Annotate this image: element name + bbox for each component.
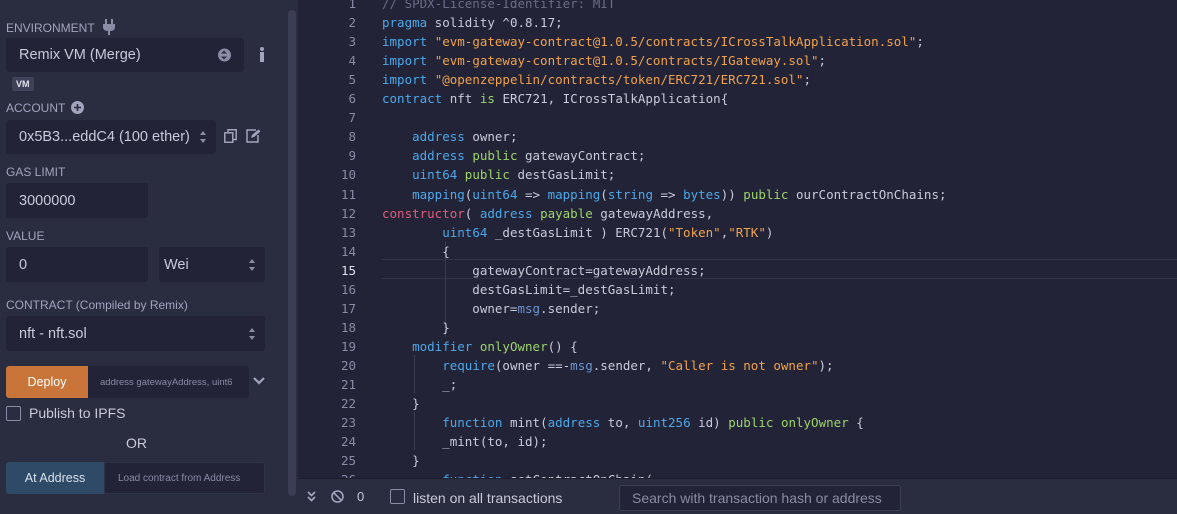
- code-line[interactable]: address public gatewayContract;: [382, 148, 645, 163]
- code-editor[interactable]: 1 // SPDX-License-Identifier: MIT 2 pragma …: [298, 0, 1177, 478]
- code-line[interactable]: pragma solidity ^0.8.17;: [382, 15, 563, 30]
- environment-value: Remix VM (Merge): [19, 47, 141, 63]
- listen-all-label: listen on all transactions: [413, 490, 563, 506]
- code-line[interactable]: uint64 public destGasLimit;: [382, 167, 615, 182]
- code-line[interactable]: constructor( address payable gatewayAddr…: [382, 206, 713, 221]
- line-number: 7: [348, 110, 356, 126]
- contract-label: CONTRACT (Compiled by Remix): [6, 298, 188, 312]
- code-line[interactable]: destGasLimit=_destGasLimit;: [382, 282, 675, 297]
- line-number: 19: [340, 338, 356, 354]
- account-select[interactable]: 0x5B3...eddC4 (100 ether): [6, 120, 216, 154]
- environment-select[interactable]: Remix VM (Merge): [6, 38, 244, 72]
- line-number: 11: [340, 186, 356, 202]
- line-number: 12: [340, 205, 356, 221]
- deploy-button[interactable]: Deploy: [6, 366, 88, 398]
- line-number: 9: [348, 148, 356, 164]
- line-number: 16: [340, 281, 356, 297]
- info-icon[interactable]: [259, 47, 265, 62]
- line-number: 21: [340, 377, 356, 392]
- code-line[interactable]: function mint(address to, uint256 id) pu…: [382, 415, 864, 430]
- publish-ipfs-label: Publish to IPFS: [29, 405, 126, 421]
- or-label: OR: [126, 435, 147, 451]
- gas-limit-value: 3000000: [19, 192, 76, 209]
- line-number: 1: [348, 0, 356, 11]
- at-address-button[interactable]: At Address: [6, 462, 104, 494]
- select-arrows-icon: [200, 131, 207, 143]
- line-number: 14: [340, 243, 356, 259]
- listen-all-checkbox[interactable]: [390, 489, 405, 504]
- terminal-bar: 0 listen on all transactions Search with…: [298, 478, 1177, 514]
- deploy-args-input[interactable]: address gatewayAddress, uint6: [88, 366, 249, 398]
- gas-limit-label: GAS LIMIT: [6, 165, 66, 179]
- value-input[interactable]: 0: [6, 247, 148, 282]
- code-line[interactable]: address owner;: [382, 129, 517, 144]
- code-line[interactable]: contract nft is ERC721, ICrossTalkApplic…: [382, 91, 728, 106]
- gas-limit-input[interactable]: 3000000: [6, 183, 148, 218]
- contract-select[interactable]: nft - nft.sol: [6, 316, 265, 351]
- line-number: 17: [340, 300, 356, 316]
- panel-scrollbar[interactable]: [288, 10, 296, 496]
- code-line[interactable]: require(owner ==-msg.sender, "Caller is …: [382, 358, 833, 373]
- environment-label: ENVIRONMENT: [6, 19, 116, 35]
- contract-value: nft - nft.sol: [19, 325, 87, 342]
- transaction-search-input[interactable]: Search with transaction hash or address: [619, 485, 901, 511]
- line-number: 10: [340, 167, 356, 183]
- line-number: 23: [340, 415, 356, 431]
- line-number: 2: [348, 15, 356, 31]
- code-line[interactable]: modifier onlyOwner() {: [382, 339, 578, 354]
- account-value: 0x5B3...eddC4 (100 ether): [19, 129, 190, 145]
- account-label: ACCOUNT: [6, 101, 85, 115]
- value-amount: 0: [19, 256, 28, 273]
- code-line[interactable]: }: [382, 453, 420, 468]
- line-number: 3: [348, 34, 356, 50]
- code-line[interactable]: uint64 _destGasLimit ) ERC721("Token","R…: [382, 225, 773, 240]
- line-number: 25: [340, 453, 356, 469]
- collapse-terminal-icon[interactable]: [307, 491, 316, 502]
- plug-icon: [102, 19, 115, 35]
- chevron-down-icon[interactable]: [253, 377, 265, 385]
- code-line[interactable]: gatewayContract=gatewayAddress;: [382, 263, 705, 278]
- line-number: 24: [340, 434, 356, 450]
- code-line[interactable]: }: [382, 320, 450, 335]
- code-line[interactable]: // SPDX-License-Identifier: MIT: [382, 0, 615, 11]
- edit-icon[interactable]: [246, 129, 261, 143]
- code-line[interactable]: _mint(to, id);: [382, 434, 547, 449]
- value-unit-select[interactable]: Wei: [159, 247, 265, 282]
- code-line[interactable]: import "evm-gateway-contract@1.0.5/contr…: [382, 34, 924, 49]
- select-arrows-icon: [249, 258, 256, 271]
- add-account-icon[interactable]: [71, 101, 85, 114]
- code-line[interactable]: mapping(uint64 => mapping(string => byte…: [382, 187, 946, 202]
- value-unit: Wei: [164, 256, 189, 273]
- line-number: 18: [340, 319, 356, 335]
- copy-icon[interactable]: [224, 129, 237, 143]
- line-number: 20: [340, 357, 356, 373]
- line-number: 6: [348, 91, 356, 107]
- line-number: 15: [340, 262, 356, 278]
- code-line[interactable]: _;: [382, 377, 457, 392]
- code-line[interactable]: owner=msg.sender;: [382, 301, 600, 316]
- line-number: 5: [348, 72, 356, 88]
- line-number: 8: [348, 129, 356, 145]
- line-number: 22: [340, 396, 356, 412]
- clear-console-icon[interactable]: [331, 490, 344, 503]
- code-line[interactable]: import "@openzeppelin/contracts/token/ER…: [382, 72, 811, 87]
- publish-ipfs-checkbox[interactable]: [6, 406, 21, 421]
- value-label: VALUE: [6, 229, 45, 243]
- deploy-run-panel: ENVIRONMENT Remix VM (Merge) VM ACCOUNT …: [0, 0, 298, 514]
- code-line[interactable]: import "evm-gateway-contract@1.0.5/contr…: [382, 53, 826, 68]
- contract-sub-label: (Compiled by Remix): [75, 298, 188, 312]
- select-arrows-icon: [218, 48, 231, 62]
- line-number: 4: [348, 53, 356, 69]
- vm-badge: VM: [12, 77, 34, 91]
- load-contract-input[interactable]: Load contract from Address: [104, 462, 265, 494]
- line-number: 13: [340, 224, 356, 240]
- code-line[interactable]: }: [382, 396, 420, 411]
- code-line[interactable]: {: [382, 244, 450, 259]
- select-arrows-icon: [249, 327, 256, 340]
- pending-tx-count: 0: [357, 489, 365, 504]
